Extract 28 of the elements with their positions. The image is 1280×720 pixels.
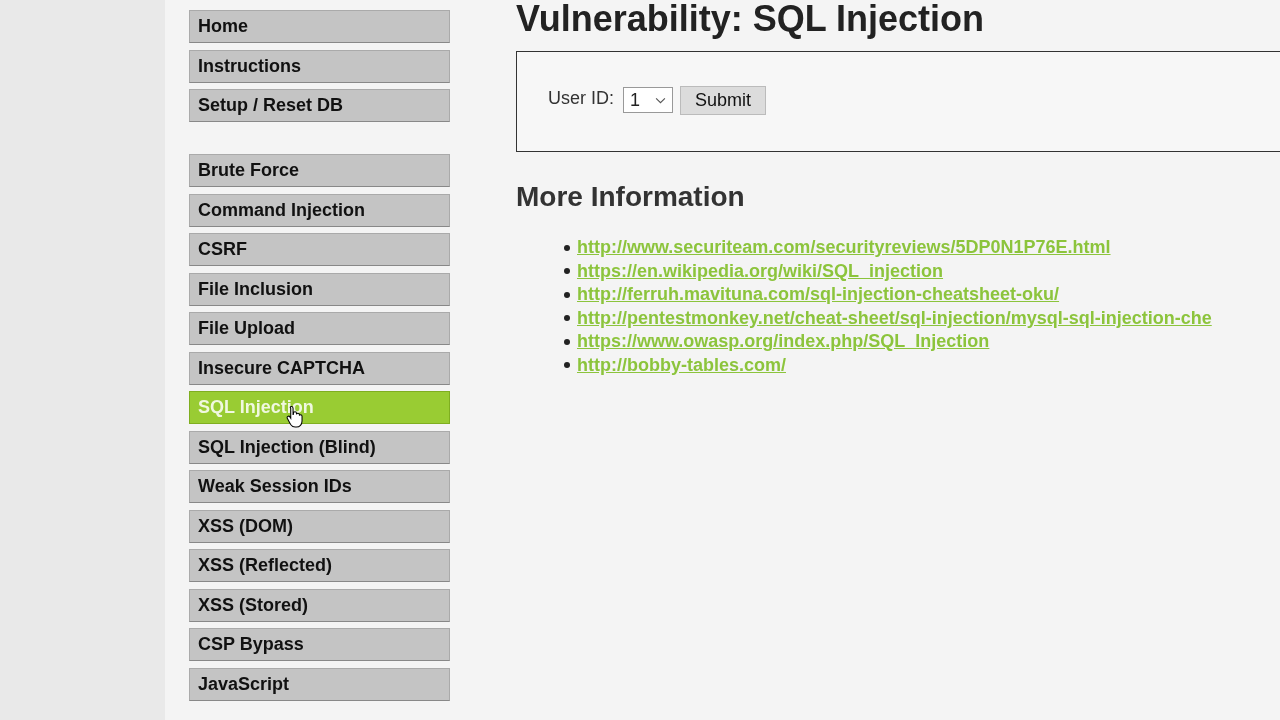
menu-item[interactable]: SQL Injection (Blind) bbox=[189, 430, 450, 464]
menu-item[interactable]: Weak Session IDs bbox=[189, 470, 450, 503]
page-title: Vulnerability: SQL Injection bbox=[516, 0, 986, 38]
field-label: User ID: bbox=[548, 87, 614, 109]
menu-item[interactable]: Instructions bbox=[189, 49, 450, 83]
caret-icon bbox=[655, 96, 666, 104]
bullet-icon bbox=[564, 338, 570, 345]
menu-item[interactable]: CSP Bypass bbox=[189, 628, 450, 661]
menu-item[interactable]: Home bbox=[189, 10, 450, 43]
menu-item[interactable]: Insecure CAPTCHA bbox=[189, 351, 450, 385]
bullet-icon bbox=[564, 291, 570, 298]
menu-item[interactable]: XSS (Stored) bbox=[189, 588, 450, 622]
menu-item[interactable]: Setup / Reset DB bbox=[189, 89, 450, 122]
menu-item[interactable]: File Upload bbox=[189, 312, 450, 345]
menu-item[interactable]: File Inclusion bbox=[189, 272, 450, 306]
menu-item[interactable]: XSS (DOM) bbox=[189, 509, 450, 543]
menu-item[interactable]: Command Injection bbox=[189, 193, 450, 227]
menu-item[interactable]: XSS (Reflected) bbox=[189, 549, 450, 582]
menu-item[interactable]: JavaScript bbox=[189, 667, 450, 701]
bullet-icon bbox=[564, 268, 570, 275]
bullet-icon bbox=[564, 244, 570, 251]
submit-button[interactable]: Submit bbox=[680, 85, 767, 115]
menu-item[interactable]: CSRF bbox=[189, 233, 450, 266]
bullet-icon bbox=[564, 362, 570, 369]
section-heading: More Information bbox=[516, 180, 746, 214]
bullet-icon bbox=[564, 315, 570, 322]
user-id-select[interactable]: 1 bbox=[623, 87, 673, 113]
menu-item[interactable]: Brute Force bbox=[189, 154, 450, 187]
